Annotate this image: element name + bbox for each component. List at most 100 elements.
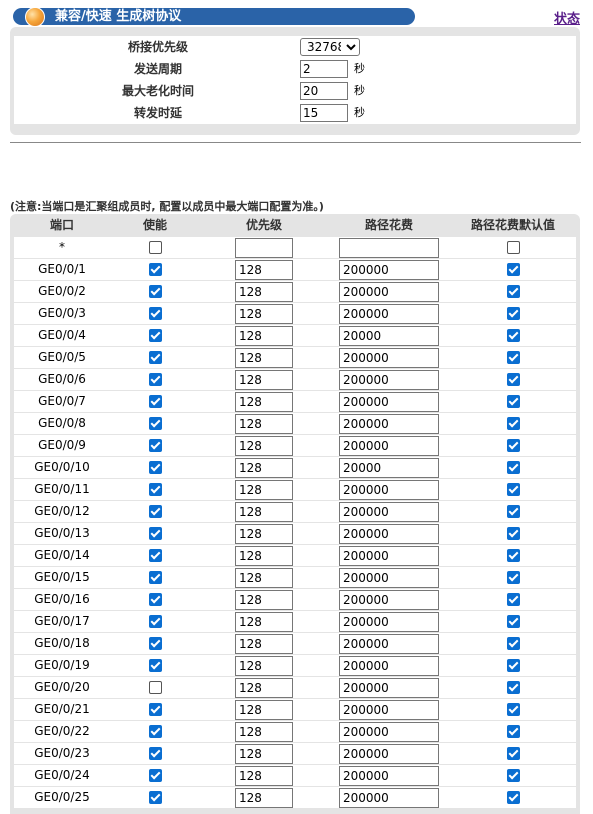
- enable-checkbox[interactable]: [149, 549, 162, 562]
- priority-input[interactable]: [235, 238, 293, 258]
- path-cost-input[interactable]: 200000: [339, 502, 439, 522]
- priority-input[interactable]: 128: [235, 436, 293, 456]
- path-cost-input[interactable]: 200000: [339, 634, 439, 654]
- enable-checkbox[interactable]: [149, 527, 162, 540]
- enable-checkbox[interactable]: [149, 439, 162, 452]
- enable-checkbox[interactable]: [149, 351, 162, 364]
- path-cost-default-checkbox[interactable]: [507, 637, 520, 650]
- priority-input[interactable]: 128: [235, 656, 293, 676]
- path-cost-default-checkbox[interactable]: [507, 725, 520, 738]
- path-cost-default-checkbox[interactable]: [507, 791, 520, 804]
- priority-input[interactable]: 128: [235, 568, 293, 588]
- path-cost-default-checkbox[interactable]: [507, 307, 520, 320]
- path-cost-input[interactable]: 200000: [339, 348, 439, 368]
- priority-input[interactable]: 128: [235, 722, 293, 742]
- enable-checkbox[interactable]: [149, 637, 162, 650]
- enable-checkbox[interactable]: [149, 571, 162, 584]
- path-cost-default-checkbox[interactable]: [507, 527, 520, 540]
- path-cost-default-checkbox[interactable]: [507, 659, 520, 672]
- path-cost-default-checkbox[interactable]: [507, 747, 520, 760]
- enable-checkbox[interactable]: [149, 659, 162, 672]
- priority-input[interactable]: 128: [235, 766, 293, 786]
- status-link[interactable]: 状态: [554, 8, 580, 27]
- max-age-input[interactable]: [300, 82, 348, 100]
- enable-checkbox[interactable]: [149, 395, 162, 408]
- path-cost-input[interactable]: 200000: [339, 546, 439, 566]
- priority-input[interactable]: 128: [235, 590, 293, 610]
- path-cost-input[interactable]: 200000: [339, 788, 439, 808]
- path-cost-input[interactable]: 20000: [339, 326, 439, 346]
- priority-input[interactable]: 128: [235, 546, 293, 566]
- enable-checkbox[interactable]: [149, 725, 162, 738]
- enable-checkbox[interactable]: [149, 791, 162, 804]
- path-cost-input[interactable]: 200000: [339, 590, 439, 610]
- priority-input[interactable]: 128: [235, 348, 293, 368]
- path-cost-default-checkbox[interactable]: [507, 461, 520, 474]
- path-cost-input[interactable]: 200000: [339, 700, 439, 720]
- enable-checkbox[interactable]: [149, 285, 162, 298]
- enable-checkbox[interactable]: [149, 505, 162, 518]
- enable-checkbox[interactable]: [149, 615, 162, 628]
- enable-checkbox[interactable]: [149, 307, 162, 320]
- path-cost-input[interactable]: 200000: [339, 524, 439, 544]
- path-cost-default-checkbox[interactable]: [507, 241, 520, 254]
- path-cost-default-checkbox[interactable]: [507, 483, 520, 496]
- enable-checkbox[interactable]: [149, 483, 162, 496]
- priority-input[interactable]: 128: [235, 370, 293, 390]
- priority-input[interactable]: 128: [235, 788, 293, 808]
- path-cost-input[interactable]: 200000: [339, 436, 439, 456]
- path-cost-default-checkbox[interactable]: [507, 373, 520, 386]
- path-cost-default-checkbox[interactable]: [507, 505, 520, 518]
- priority-input[interactable]: 128: [235, 634, 293, 654]
- priority-input[interactable]: 128: [235, 392, 293, 412]
- enable-checkbox[interactable]: [149, 329, 162, 342]
- enable-checkbox[interactable]: [149, 593, 162, 606]
- path-cost-default-checkbox[interactable]: [507, 681, 520, 694]
- enable-checkbox[interactable]: [149, 769, 162, 782]
- path-cost-default-checkbox[interactable]: [507, 439, 520, 452]
- priority-input[interactable]: 128: [235, 260, 293, 280]
- hello-time-input[interactable]: [300, 60, 348, 78]
- path-cost-input[interactable]: 200000: [339, 370, 439, 390]
- priority-input[interactable]: 128: [235, 612, 293, 632]
- priority-input[interactable]: 128: [235, 524, 293, 544]
- enable-checkbox[interactable]: [149, 263, 162, 276]
- path-cost-default-checkbox[interactable]: [507, 417, 520, 430]
- priority-input[interactable]: 128: [235, 744, 293, 764]
- path-cost-input[interactable]: 200000: [339, 656, 439, 676]
- path-cost-default-checkbox[interactable]: [507, 703, 520, 716]
- path-cost-input[interactable]: 200000: [339, 766, 439, 786]
- priority-input[interactable]: 128: [235, 480, 293, 500]
- bridge-priority-select[interactable]: 32768: [300, 38, 360, 56]
- priority-input[interactable]: 128: [235, 458, 293, 478]
- path-cost-default-checkbox[interactable]: [507, 395, 520, 408]
- enable-checkbox[interactable]: [149, 681, 162, 694]
- enable-checkbox[interactable]: [149, 241, 162, 254]
- priority-input[interactable]: 128: [235, 678, 293, 698]
- enable-checkbox[interactable]: [149, 461, 162, 474]
- enable-checkbox[interactable]: [149, 747, 162, 760]
- enable-checkbox[interactable]: [149, 703, 162, 716]
- path-cost-input[interactable]: 200000: [339, 304, 439, 324]
- path-cost-default-checkbox[interactable]: [507, 351, 520, 364]
- path-cost-input[interactable]: 200000: [339, 678, 439, 698]
- path-cost-default-checkbox[interactable]: [507, 263, 520, 276]
- path-cost-input[interactable]: 200000: [339, 282, 439, 302]
- forward-delay-input[interactable]: [300, 104, 348, 122]
- path-cost-input[interactable]: [339, 238, 439, 258]
- path-cost-input[interactable]: 20000: [339, 458, 439, 478]
- path-cost-default-checkbox[interactable]: [507, 571, 520, 584]
- path-cost-default-checkbox[interactable]: [507, 615, 520, 628]
- priority-input[interactable]: 128: [235, 414, 293, 434]
- path-cost-default-checkbox[interactable]: [507, 549, 520, 562]
- priority-input[interactable]: 128: [235, 502, 293, 522]
- path-cost-default-checkbox[interactable]: [507, 285, 520, 298]
- priority-input[interactable]: 128: [235, 700, 293, 720]
- priority-input[interactable]: 128: [235, 326, 293, 346]
- path-cost-default-checkbox[interactable]: [507, 593, 520, 606]
- path-cost-input[interactable]: 200000: [339, 414, 439, 434]
- path-cost-input[interactable]: 200000: [339, 392, 439, 412]
- path-cost-default-checkbox[interactable]: [507, 329, 520, 342]
- path-cost-input[interactable]: 200000: [339, 568, 439, 588]
- priority-input[interactable]: 128: [235, 282, 293, 302]
